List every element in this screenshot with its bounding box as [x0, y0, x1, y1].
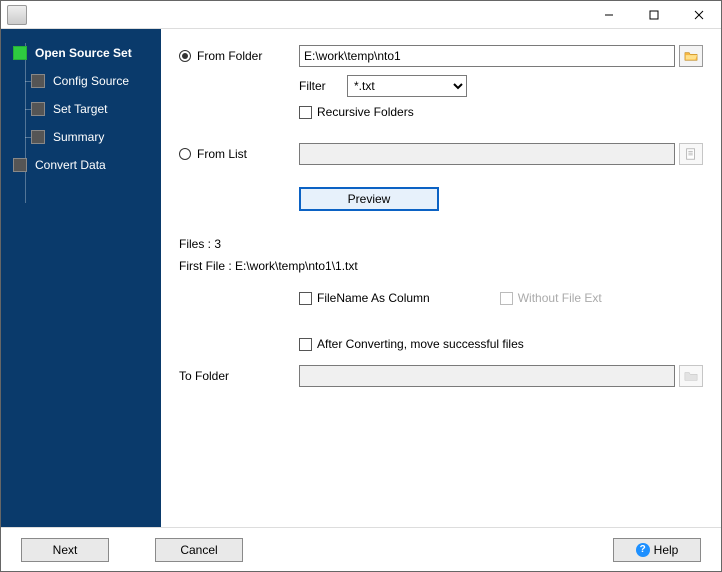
- files-count-label: Files : 3: [179, 237, 221, 251]
- without-file-ext-label: Without File Ext: [518, 291, 602, 305]
- recursive-checkbox[interactable]: [299, 106, 312, 119]
- first-file-label: First File : E:\work\temp\nto1\1.txt: [179, 259, 358, 273]
- nav-label: Set Target: [53, 102, 107, 116]
- after-convert-checkbox[interactable]: [299, 338, 312, 351]
- nav-step-icon: [13, 158, 27, 172]
- from-folder-label: From Folder: [197, 49, 262, 63]
- cancel-button-label: Cancel: [180, 543, 217, 557]
- from-list-input[interactable]: [299, 143, 675, 165]
- cancel-button[interactable]: Cancel: [155, 538, 243, 562]
- next-button-label: Next: [53, 543, 78, 557]
- preview-button[interactable]: Preview: [299, 187, 439, 211]
- close-button[interactable]: [676, 1, 721, 29]
- nav-set-target[interactable]: Set Target: [1, 95, 161, 123]
- nav-config-source[interactable]: Config Source: [1, 67, 161, 95]
- help-button[interactable]: ? Help: [613, 538, 701, 562]
- maximize-button[interactable]: [631, 1, 676, 29]
- without-file-ext-checkbox: [500, 292, 513, 305]
- nav-step-icon: [13, 46, 27, 60]
- app-icon: [7, 5, 27, 25]
- next-button[interactable]: Next: [21, 538, 109, 562]
- nav-step-icon: [31, 74, 45, 88]
- help-button-label: Help: [654, 543, 679, 557]
- folder-open-icon: [684, 49, 698, 63]
- minimize-button[interactable]: [586, 1, 631, 29]
- from-list-label: From List: [197, 147, 247, 161]
- preview-button-label: Preview: [348, 192, 391, 206]
- nav-step-icon: [31, 130, 45, 144]
- nav-label: Convert Data: [35, 158, 106, 172]
- recursive-label: Recursive Folders: [317, 105, 414, 119]
- nav-convert-data[interactable]: Convert Data: [1, 151, 161, 179]
- nav-label: Open Source Set: [35, 46, 132, 60]
- filename-as-column-label: FileName As Column: [317, 291, 430, 305]
- nav-open-source-set[interactable]: Open Source Set: [1, 39, 161, 67]
- folder-icon: [684, 369, 698, 383]
- nav-label: Config Source: [53, 74, 129, 88]
- browse-list-button[interactable]: [679, 143, 703, 165]
- main-panel: From Folder Filter *.txt Recursive Folde…: [161, 29, 721, 527]
- filter-select[interactable]: *.txt: [347, 75, 467, 97]
- to-folder-input[interactable]: [299, 365, 675, 387]
- filter-label: Filter: [299, 79, 347, 93]
- document-icon: [684, 147, 698, 161]
- after-convert-label: After Converting, move successful files: [317, 337, 524, 351]
- nav-summary[interactable]: Summary: [1, 123, 161, 151]
- to-folder-label: To Folder: [179, 369, 229, 383]
- from-folder-radio[interactable]: [179, 50, 191, 62]
- browse-folder-button[interactable]: [679, 45, 703, 67]
- filename-as-column-checkbox[interactable]: [299, 292, 312, 305]
- help-icon: ?: [636, 543, 650, 557]
- from-folder-input[interactable]: [299, 45, 675, 67]
- wizard-sidebar: Open Source Set Config Source Set Target…: [1, 29, 161, 527]
- nav-label: Summary: [53, 130, 104, 144]
- from-list-radio[interactable]: [179, 148, 191, 160]
- footer: Next Cancel ? Help: [1, 527, 721, 571]
- browse-to-folder-button[interactable]: [679, 365, 703, 387]
- titlebar: [1, 1, 721, 29]
- nav-step-icon: [31, 102, 45, 116]
